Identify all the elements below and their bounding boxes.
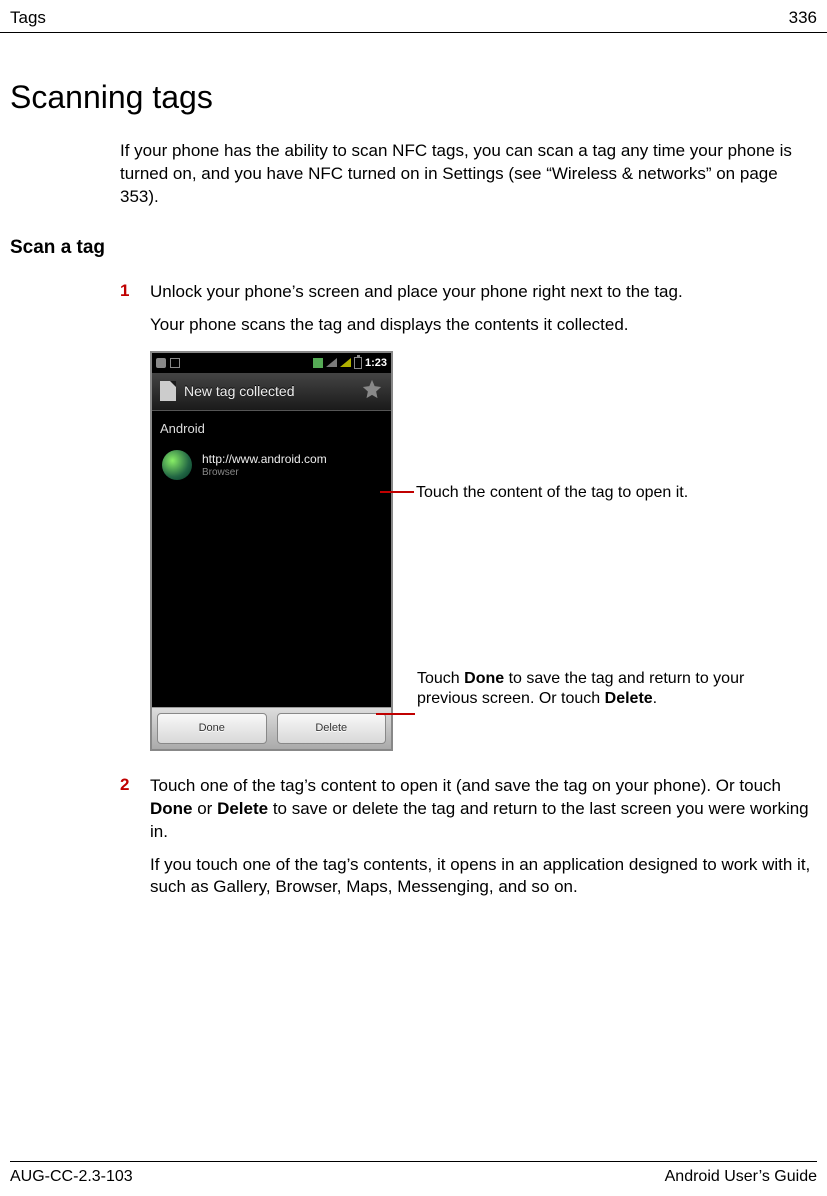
step-1: 1 Unlock your phone’s screen and place y…	[120, 281, 812, 304]
footer-guide-title: Android User’s Guide	[665, 1168, 817, 1186]
page-header: Tags 336	[0, 0, 827, 33]
callout-bold: Delete	[605, 690, 653, 707]
tag-page-icon	[160, 381, 176, 401]
titlebar: New tag collected	[152, 373, 391, 411]
star-icon[interactable]	[361, 378, 383, 405]
screenshot-figure: 1:23 New tag collected Android http://ww…	[150, 351, 817, 755]
step-text-part: Touch one of the tag’s content to open i…	[150, 776, 781, 795]
page-title: Scanning tags	[10, 79, 817, 116]
globe-icon	[162, 450, 192, 480]
step-2-sub: If you touch one of the tag’s contents, …	[150, 854, 812, 900]
button-bar: Done Delete	[152, 707, 391, 749]
tag-content-row[interactable]: http://www.android.com Browser	[152, 444, 391, 490]
step-1-sub: Your phone scans the tag and displays th…	[150, 314, 812, 337]
intro-paragraph: If your phone has the ability to scan NF…	[120, 140, 812, 209]
done-button[interactable]: Done	[157, 713, 267, 744]
step-text-part: or	[193, 799, 218, 818]
footer-doc-id: AUG-CC-2.3-103	[10, 1168, 133, 1186]
callout-open-content: Touch the content of the tag to open it.	[416, 483, 756, 504]
callout-bold: Done	[464, 670, 504, 687]
header-page-number: 336	[789, 8, 817, 28]
status-bar: 1:23	[152, 353, 391, 373]
step-text: Unlock your phone’s screen and place you…	[150, 281, 812, 304]
status-time: 1:23	[365, 357, 387, 369]
step-2: 2 Touch one of the tag’s content to open…	[120, 775, 812, 844]
titlebar-text: New tag collected	[184, 383, 295, 399]
step-number: 1	[120, 281, 150, 304]
header-section: Tags	[10, 8, 46, 28]
step-text: Touch one of the tag’s content to open i…	[150, 775, 812, 844]
step-number: 2	[120, 775, 150, 844]
callout-line	[376, 713, 415, 715]
callout-text: Touch	[417, 670, 464, 687]
sync-icon	[313, 358, 323, 368]
callout-text: .	[653, 690, 657, 707]
callout-done-delete: Touch Done to save the tag and return to…	[417, 669, 747, 711]
cell-signal-icon	[340, 358, 351, 367]
battery-icon	[354, 357, 362, 369]
tag-url: http://www.android.com	[202, 452, 327, 467]
phone-screenshot: 1:23 New tag collected Android http://ww…	[150, 351, 393, 751]
notif-icon	[170, 358, 180, 368]
delete-button[interactable]: Delete	[277, 713, 387, 744]
tag-section-label: Android	[152, 411, 391, 444]
callout-line	[380, 491, 414, 493]
notif-icon	[156, 358, 166, 368]
step-bold: Delete	[217, 799, 268, 818]
tag-app-label: Browser	[202, 467, 327, 478]
page-footer: AUG-CC-2.3-103 Android User’s Guide	[10, 1161, 817, 1186]
step-bold: Done	[150, 799, 193, 818]
section-heading: Scan a tag	[10, 237, 817, 259]
wifi-signal-icon	[326, 358, 337, 367]
